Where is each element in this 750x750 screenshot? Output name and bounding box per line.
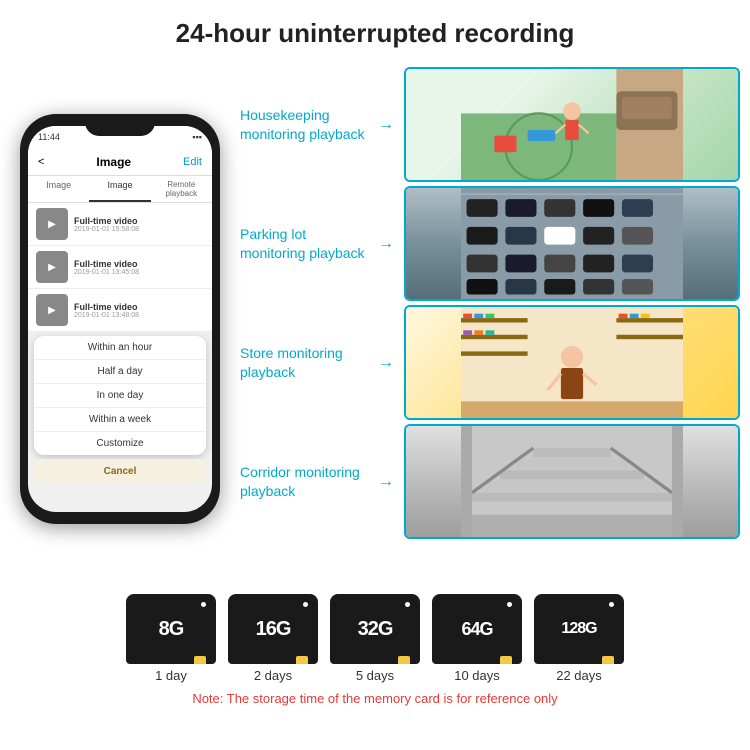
storage-card-32g: 32G 5 days	[330, 594, 420, 683]
monitoring-label-parking: Parking lot monitoring playback	[240, 225, 370, 261]
phone-video-info-1: Full-time video 2019-01-01 15:58:08	[74, 216, 139, 233]
sd-dot-8g	[201, 602, 206, 607]
arrow-icon-housekeeping: →	[378, 116, 394, 134]
monitoring-image-parking	[404, 186, 740, 301]
phone-tab-image1[interactable]: Image	[28, 176, 89, 202]
sd-label-64g: 64G	[461, 619, 492, 640]
phone-video-item-3[interactable]: ▶ Full-time video 2019-01-01 13:48:08	[28, 289, 212, 332]
sd-label-32g: 32G	[358, 618, 393, 641]
phone-tab-image2[interactable]: Image	[89, 176, 150, 202]
sd-dot-32g	[405, 602, 410, 607]
phone-video-title-2: Full-time video	[74, 259, 139, 269]
storage-cards: 8G 1 day 16G 2 days 32G 5 days 64G 10 da…	[126, 594, 624, 683]
sd-dot-64g	[507, 602, 512, 607]
sd-card-64g: 64G	[432, 594, 522, 664]
phone-nav-bar: < Image Edit	[28, 148, 212, 176]
monitoring-item-store: Store monitoring playback →	[240, 305, 740, 420]
sd-card-128g: 128G	[534, 594, 624, 664]
sd-card-8g: 8G	[126, 594, 216, 664]
monitoring-item-housekeeping: Housekeeping monitoring playback →	[240, 67, 740, 182]
monitoring-image-corridor	[404, 424, 740, 539]
scene-parking	[406, 188, 738, 299]
phone-cancel-button[interactable]: Cancel	[34, 459, 206, 484]
storage-note: Note: The storage time of the memory car…	[192, 691, 557, 706]
monitoring-label-housekeeping: Housekeeping monitoring playback	[240, 106, 370, 142]
sd-label-8g: 8G	[159, 618, 184, 641]
storage-card-128g: 128G 22 days	[534, 594, 624, 683]
arrow-icon-parking: →	[378, 235, 394, 253]
sd-label-16g: 16G	[256, 618, 291, 641]
monitoring-item-parking: Parking lot monitoring playback →	[240, 186, 740, 301]
page-title: 24-hour uninterrupted recording	[10, 18, 740, 49]
phone-mockup: 11:44 ▪▪▪ < Image Edit Image Image Remot…	[20, 114, 220, 524]
phone-dropdown: Within an hour Half a day In one day Wit…	[34, 336, 206, 455]
phone-tabs: Image Image Remote playback	[28, 176, 212, 203]
phone-dropdown-item-4[interactable]: Within a week	[34, 408, 206, 432]
monitoring-section: Housekeeping monitoring playback →	[240, 59, 740, 579]
phone-video-title-1: Full-time video	[74, 216, 139, 226]
phone-video-time-3: 2019-01-01 13:48:08	[74, 312, 139, 319]
phone-video-time-1: 2019-01-01 15:58:08	[74, 226, 139, 233]
phone-nav-edit[interactable]: Edit	[183, 156, 202, 168]
phone-container: 11:44 ▪▪▪ < Image Edit Image Image Remot…	[10, 59, 230, 579]
arrow-icon-store: →	[378, 354, 394, 372]
storage-days-128g: 22 days	[556, 668, 602, 683]
phone-screen: 11:44 ▪▪▪ < Image Edit Image Image Remot…	[28, 126, 212, 512]
phone-nav-title: Image	[96, 155, 131, 169]
monitoring-image-housekeeping	[404, 67, 740, 182]
scene-corridor	[406, 426, 738, 537]
phone-video-item-1[interactable]: ▶ Full-time video 2019-01-01 15:58:08	[28, 203, 212, 246]
sd-dot-16g	[303, 602, 308, 607]
sd-card-32g: 32G	[330, 594, 420, 664]
phone-thumb-3: ▶	[36, 294, 68, 326]
phone-video-time-2: 2019-01-01 13:45:08	[74, 269, 139, 276]
phone-dropdown-item-5[interactable]: Customize	[34, 432, 206, 455]
monitoring-label-corridor: Corridor monitoring playback	[240, 463, 370, 499]
phone-dropdown-item-2[interactable]: Half a day	[34, 360, 206, 384]
page-header: 24-hour uninterrupted recording	[0, 0, 750, 59]
phone-icons: ▪▪▪	[192, 132, 202, 142]
phone-tab-remote[interactable]: Remote playback	[151, 176, 212, 202]
sd-label-128g: 128G	[561, 620, 596, 638]
monitoring-image-store	[404, 305, 740, 420]
phone-dropdown-item-3[interactable]: In one day	[34, 384, 206, 408]
storage-section: 8G 1 day 16G 2 days 32G 5 days 64G 10 da…	[0, 579, 750, 714]
phone-video-title-3: Full-time video	[74, 302, 139, 312]
phone-thumb-1: ▶	[36, 208, 68, 240]
phone-back[interactable]: <	[38, 156, 44, 168]
scene-kids	[406, 69, 738, 180]
storage-days-16g: 2 days	[254, 668, 292, 683]
storage-card-16g: 16G 2 days	[228, 594, 318, 683]
monitoring-item-corridor: Corridor monitoring playback →	[240, 424, 740, 539]
sd-card-16g: 16G	[228, 594, 318, 664]
storage-days-8g: 1 day	[155, 668, 187, 683]
scene-store	[406, 307, 738, 418]
phone-dropdown-item-1[interactable]: Within an hour	[34, 336, 206, 360]
storage-days-64g: 10 days	[454, 668, 500, 683]
phone-video-item-2[interactable]: ▶ Full-time video 2019-01-01 13:45:08	[28, 246, 212, 289]
storage-card-64g: 64G 10 days	[432, 594, 522, 683]
storage-card-8g: 8G 1 day	[126, 594, 216, 683]
phone-video-info-2: Full-time video 2019-01-01 13:45:08	[74, 259, 139, 276]
phone-video-list: ▶ Full-time video 2019-01-01 15:58:08 ▶ …	[28, 203, 212, 332]
phone-thumb-2: ▶	[36, 251, 68, 283]
storage-days-32g: 5 days	[356, 668, 394, 683]
monitoring-label-store: Store monitoring playback	[240, 344, 370, 380]
phone-time: 11:44	[38, 132, 60, 142]
phone-video-info-3: Full-time video 2019-01-01 13:48:08	[74, 302, 139, 319]
main-content: 11:44 ▪▪▪ < Image Edit Image Image Remot…	[0, 59, 750, 579]
phone-notch	[85, 114, 155, 136]
arrow-icon-corridor: →	[378, 473, 394, 491]
sd-dot-128g	[609, 602, 614, 607]
